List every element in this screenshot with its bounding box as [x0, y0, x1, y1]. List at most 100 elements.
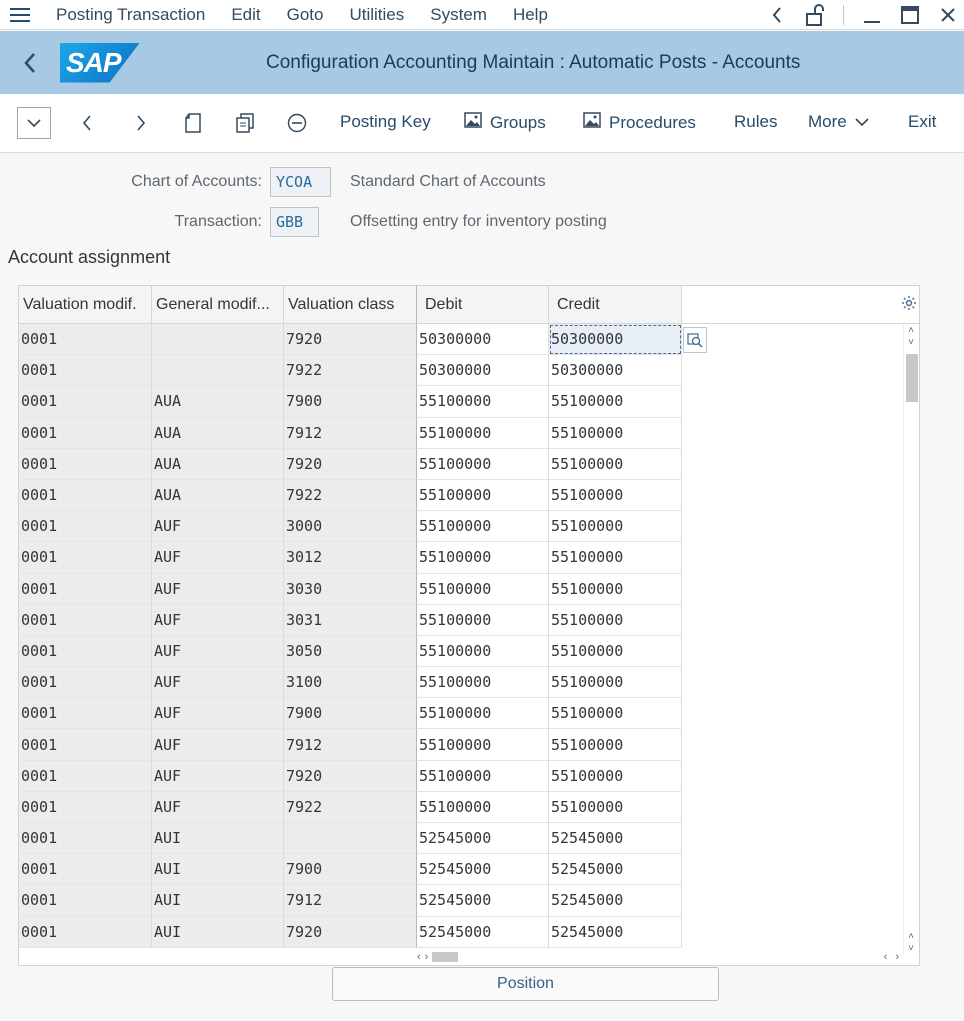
scroll-down-bottom-icon[interactable]: ˅ — [904, 942, 918, 954]
table-row[interactable]: 0001 AUA 7922 55100000 55100000 — [19, 479, 682, 512]
maximize-icon[interactable] — [900, 5, 920, 25]
column-header-credit[interactable]: Credit — [549, 286, 682, 324]
credit-cell[interactable]: 52545000 — [549, 854, 682, 886]
debit-cell[interactable]: 55100000 — [417, 511, 549, 543]
close-icon[interactable] — [938, 5, 958, 25]
scroll-up-bottom-icon[interactable]: ˄ — [904, 930, 918, 942]
chart-of-accounts-field[interactable]: YCOA — [270, 167, 331, 197]
new-entry-icon[interactable] — [182, 112, 204, 134]
credit-cell[interactable]: 52545000 — [549, 885, 682, 917]
credit-cell[interactable]: 55100000 — [549, 573, 682, 605]
column-header-debit[interactable]: Debit — [417, 286, 549, 324]
table-row[interactable]: 0001 7922 50300000 50300000 — [19, 355, 682, 387]
minimize-icon[interactable] — [862, 5, 882, 25]
copy-icon[interactable] — [234, 112, 256, 134]
menu-goto[interactable]: Goto — [287, 5, 324, 25]
credit-cell[interactable]: 55100000 — [549, 698, 682, 730]
table-row[interactable]: 0001 AUF 3050 55100000 55100000 — [19, 635, 682, 668]
unlock-icon[interactable] — [805, 4, 825, 26]
credit-cell[interactable]: 50300000 — [549, 355, 682, 387]
table-row[interactable]: 0001 AUI 7920 52545000 52545000 — [19, 916, 682, 948]
groups-button[interactable]: Groups — [464, 112, 546, 133]
credit-cell[interactable]: 50300000 — [549, 324, 682, 356]
hamburger-menu-icon[interactable] — [0, 0, 40, 30]
column-header-valuation-modif[interactable]: Valuation modif. — [19, 286, 152, 324]
credit-cell[interactable]: 55100000 — [549, 511, 682, 543]
exit-button[interactable]: Exit — [908, 112, 936, 132]
value-help-icon[interactable] — [683, 327, 707, 353]
menu-help[interactable]: Help — [513, 5, 548, 25]
table-row[interactable]: 0001 AUF 3030 55100000 55100000 — [19, 573, 682, 605]
debit-cell[interactable]: 52545000 — [417, 854, 549, 886]
position-button[interactable]: Position — [332, 967, 719, 1001]
credit-cell[interactable]: 55100000 — [549, 417, 682, 449]
table-row[interactable]: 0001 AUA 7912 55100000 55100000 — [19, 417, 682, 449]
table-row[interactable]: 0001 AUF 7912 55100000 55100000 — [19, 729, 682, 761]
credit-cell[interactable]: 55100000 — [549, 448, 682, 480]
credit-cell[interactable]: 55100000 — [549, 791, 682, 823]
table-row[interactable]: 0001 AUF 3012 55100000 55100000 — [19, 542, 682, 574]
more-button[interactable]: More — [808, 112, 869, 132]
credit-cell[interactable]: 55100000 — [549, 479, 682, 512]
debit-cell[interactable]: 52545000 — [417, 823, 549, 855]
table-row[interactable]: 0001 AUA 7920 55100000 55100000 — [19, 448, 682, 480]
credit-cell[interactable]: 55100000 — [549, 635, 682, 668]
debit-cell[interactable]: 55100000 — [417, 542, 549, 574]
table-row[interactable]: 0001 AUI 52545000 52545000 — [19, 823, 682, 855]
table-row[interactable]: 0001 AUF 3000 55100000 55100000 — [19, 511, 682, 543]
credit-cell[interactable]: 52545000 — [549, 916, 682, 948]
menu-utilities[interactable]: Utilities — [349, 5, 404, 25]
table-row[interactable]: 0001 AUF 7920 55100000 55100000 — [19, 760, 682, 792]
credit-cell[interactable]: 55100000 — [549, 667, 682, 699]
debit-cell[interactable]: 55100000 — [417, 791, 549, 823]
credit-cell[interactable]: 52545000 — [549, 823, 682, 855]
scroll-up-icon[interactable]: ˄ — [904, 324, 918, 336]
scroll-right-icon[interactable]: › — [425, 951, 429, 963]
horizontal-scroll-thumb[interactable] — [432, 952, 459, 962]
menu-system[interactable]: System — [430, 5, 487, 25]
column-header-general-modif[interactable]: General modif... — [152, 286, 284, 324]
horizontal-scrollbar[interactable]: ‹ › — [417, 950, 477, 964]
table-settings-icon[interactable] — [901, 295, 919, 313]
table-row[interactable]: 0001 AUF 3031 55100000 55100000 — [19, 604, 682, 636]
credit-cell[interactable]: 55100000 — [549, 386, 682, 418]
menu-posting-transaction[interactable]: Posting Transaction — [56, 5, 205, 25]
scroll-thumb[interactable] — [906, 354, 918, 402]
back-icon[interactable] — [0, 31, 60, 94]
debit-cell[interactable]: 55100000 — [417, 386, 549, 418]
scroll-right-icon[interactable]: › — [895, 951, 899, 963]
debit-cell[interactable]: 55100000 — [417, 479, 549, 512]
table-row[interactable]: 0001 7920 50300000 50300000 — [19, 324, 682, 356]
debit-cell[interactable]: 52545000 — [417, 885, 549, 917]
credit-cell[interactable]: 55100000 — [549, 760, 682, 792]
transaction-field[interactable]: GBB — [270, 207, 319, 237]
column-header-valuation-class[interactable]: Valuation class — [284, 286, 417, 324]
debit-cell[interactable]: 55100000 — [417, 667, 549, 699]
scroll-left-icon[interactable]: ‹ — [884, 951, 888, 963]
debit-cell[interactable]: 52545000 — [417, 916, 549, 948]
table-row[interactable]: 0001 AUF 7900 55100000 55100000 — [19, 698, 682, 730]
debit-cell[interactable]: 55100000 — [417, 729, 549, 761]
credit-cell[interactable]: 55100000 — [549, 604, 682, 636]
horizontal-scroll-controls[interactable]: ‹ › — [884, 950, 899, 964]
credit-cell[interactable]: 55100000 — [549, 729, 682, 761]
table-row[interactable]: 0001 AUF 7922 55100000 55100000 — [19, 791, 682, 823]
table-row[interactable]: 0001 AUI 7912 52545000 52545000 — [19, 885, 682, 917]
debit-cell[interactable]: 55100000 — [417, 573, 549, 605]
debit-cell[interactable]: 55100000 — [417, 604, 549, 636]
table-row[interactable]: 0001 AUI 7900 52545000 52545000 — [19, 854, 682, 886]
menu-edit[interactable]: Edit — [231, 5, 260, 25]
vertical-scrollbar[interactable]: ˄ ˅ ˄ ˅ — [903, 324, 918, 954]
rules-button[interactable]: Rules — [734, 112, 777, 132]
debit-cell[interactable]: 55100000 — [417, 698, 549, 730]
table-row[interactable]: 0001 AUF 3100 55100000 55100000 — [19, 667, 682, 699]
scroll-left-icon[interactable]: ‹ — [417, 951, 421, 963]
posting-key-button[interactable]: Posting Key — [340, 112, 431, 132]
credit-cell[interactable]: 55100000 — [549, 542, 682, 574]
delete-icon[interactable] — [286, 112, 308, 134]
debit-cell[interactable]: 55100000 — [417, 760, 549, 792]
previous-icon[interactable] — [76, 112, 98, 134]
table-row[interactable]: 0001 AUA 7900 55100000 55100000 — [19, 386, 682, 418]
debit-cell[interactable]: 55100000 — [417, 448, 549, 480]
chevron-left-icon[interactable] — [767, 5, 787, 25]
